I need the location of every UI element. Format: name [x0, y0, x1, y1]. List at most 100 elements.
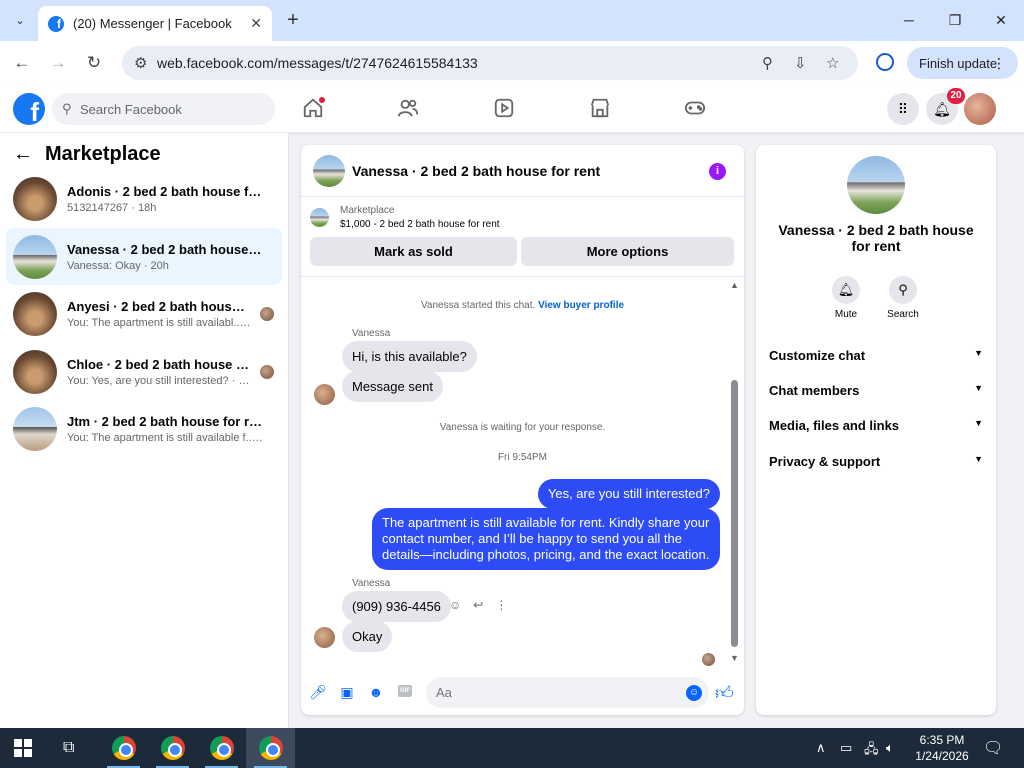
reload-icon[interactable]: ↻ [82, 51, 106, 75]
row-label: Privacy & support [769, 454, 881, 469]
mute-action[interactable]: 🔔︎ Mute [818, 276, 874, 320]
listing-info[interactable]: Marketplace $1,000 - 2 bed 2 bath house … [310, 205, 500, 230]
chevron-down-icon: ▼ [974, 383, 983, 393]
read-receipt-avatar [702, 653, 715, 666]
close-window-button[interactable]: ✕ [986, 8, 1016, 32]
back-icon[interactable]: ← [10, 51, 34, 75]
message-input[interactable] [426, 677, 709, 708]
contact-name: Vanessa · 2 bed 2 bath house for rent [778, 222, 974, 254]
restore-button[interactable]: ❐ [940, 8, 970, 32]
message-actions: ☺ ↩ ⋮ [449, 598, 507, 612]
listing-photo[interactable] [847, 156, 905, 214]
tab-close-icon[interactable]: ✕ [250, 15, 262, 32]
conversation-item[interactable]: Chloe · 2 bed 2 bath house for rent You:… [6, 343, 282, 400]
browser-tab[interactable]: f (20) Messenger | Facebook ✕ [38, 6, 272, 41]
account-avatar[interactable] [964, 93, 996, 125]
chrome-icon [111, 736, 136, 760]
chrome-taskbar-app[interactable] [197, 728, 246, 768]
info-icon[interactable]: i [709, 163, 726, 180]
message-list[interactable]: Vanessa started this chat. View buyer pr… [301, 278, 744, 668]
chrome-taskbar-app-active[interactable] [246, 728, 295, 768]
bookmark-star-icon[interactable]: ☆ [826, 54, 839, 72]
network-icon[interactable]: 🖧︎ [864, 740, 879, 762]
photo-icon[interactable]: ▣ [338, 683, 356, 701]
conversation-item-active[interactable]: Vanessa · 2 bed 2 bath house for rent Va… [6, 228, 282, 285]
profile-icon[interactable] [876, 53, 894, 71]
facebook-favicon-icon: f [48, 15, 64, 32]
incoming-message[interactable]: Okay [342, 621, 393, 652]
mark-as-sold-button[interactable]: Mark as sold [310, 237, 517, 266]
browser-tab-strip: ⌄ f (20) Messenger | Facebook ✕ + ─ ❐ ✕ [0, 0, 1024, 41]
friends-icon[interactable] [397, 97, 423, 121]
chrome-taskbar-app[interactable] [99, 728, 148, 768]
tray-chevron-up-icon[interactable]: ∧ [816, 740, 826, 756]
volume-icon[interactable]: 🔈︎ [886, 740, 894, 756]
conversation-item[interactable]: Jtm · 2 bed 2 bath house for rent You: T… [6, 400, 282, 457]
react-smiley-icon[interactable]: ☺ [449, 598, 461, 612]
site-info-icon[interactable]: ⚙ [134, 54, 147, 72]
scroll-down-arrow-icon[interactable]: ▼ [730, 653, 739, 663]
seen-avatar [260, 307, 274, 321]
reply-icon[interactable]: ↩ [473, 598, 483, 612]
marketplace-icon[interactable] [589, 97, 615, 121]
back-arrow-icon[interactable]: ← [13, 143, 33, 166]
finish-update-button[interactable]: Finish update ⋮ [907, 47, 1018, 79]
gif-icon[interactable]: GIF [398, 685, 412, 697]
chat-scrollbar[interactable] [731, 380, 738, 647]
home-notification-dot [319, 97, 325, 103]
conversation-item[interactable]: Anyesi · 2 bed 2 bath house for rent You… [6, 285, 282, 342]
video-icon[interactable] [493, 97, 519, 121]
view-buyer-profile-link[interactable]: View buyer profile [538, 300, 624, 311]
mute-label: Mute [834, 309, 858, 320]
search-icon[interactable]: ⚲ [889, 276, 917, 304]
task-view-icon[interactable]: ⧉ [63, 739, 74, 757]
outgoing-message[interactable]: The apartment is still available for ren… [372, 508, 720, 570]
sender-avatar[interactable] [314, 627, 335, 648]
bell-icon[interactable]: 🔔︎ [832, 276, 860, 304]
notification-center-icon[interactable]: 🗨︎ [983, 738, 1003, 758]
facebook-logo-icon[interactable]: f [13, 93, 45, 125]
waiting-notice: Vanessa is waiting for your response. [439, 422, 606, 433]
conversation-preview: Vanessa: Okay · 20h [67, 259, 169, 272]
chat-members-row[interactable]: Chat members ▼ [769, 383, 983, 398]
tab-search-dropdown[interactable]: ⌄ [10, 10, 30, 30]
zoom-icon[interactable]: ⚲ [762, 54, 773, 72]
conversation-preview: You: The apartment is still availabl... … [67, 316, 251, 329]
more-options-button[interactable]: More options [521, 237, 734, 266]
incoming-message[interactable]: Message sent [342, 371, 443, 402]
scroll-up-arrow-icon[interactable]: ▲ [730, 280, 739, 290]
meet-now-icon[interactable]: ▭ [840, 740, 852, 756]
privacy-support-row[interactable]: Privacy & support ▼ [769, 454, 983, 469]
menu-dots-icon[interactable]: ⋮ [992, 55, 1006, 72]
outgoing-message[interactable]: Yes, are you still interested? [537, 479, 720, 509]
gaming-icon[interactable] [684, 97, 710, 121]
chrome-taskbar-app[interactable] [148, 728, 197, 768]
address-bar[interactable]: ⚙ web.facebook.com/messages/t/2747624615… [122, 46, 858, 80]
forward-icon[interactable]: → [46, 51, 70, 75]
minimize-button[interactable]: ─ [894, 8, 924, 32]
like-thumb-icon[interactable]: 👍︎ [715, 682, 734, 704]
microphone-icon[interactable]: 🎤︎ [309, 683, 327, 701]
taskbar-clock[interactable]: 6:35 PM 1/24/2026 [912, 732, 972, 764]
more-actions-icon[interactable]: ⋮ [495, 598, 507, 612]
sticker-icon[interactable]: ☻ [367, 683, 385, 701]
finish-update-label: Finish update [919, 55, 998, 71]
chat-title[interactable]: Vanessa · 2 bed 2 bath house for rent [352, 163, 600, 179]
incoming-message[interactable]: Hi, is this available? [342, 341, 477, 372]
chat-thumbnail[interactable] [313, 154, 345, 187]
search-placeholder[interactable]: Search Facebook [80, 102, 182, 117]
conversation-preview: 5132147267 · 18h [67, 201, 157, 214]
menu-grid-icon[interactable]: ⠿ [887, 93, 919, 125]
new-tab-button[interactable]: + [283, 8, 303, 32]
sender-avatar[interactable] [314, 384, 335, 405]
incoming-message[interactable]: (909) 936-4456 [342, 591, 451, 622]
conversation-item[interactable]: Adonis · 2 bed 2 bath house for rent 513… [6, 170, 282, 227]
windows-start-icon[interactable] [14, 739, 32, 757]
media-files-links-row[interactable]: Media, files and links ▼ [769, 418, 983, 433]
url-text[interactable]: web.facebook.com/messages/t/274762461558… [157, 55, 478, 71]
emoji-icon[interactable]: ☺ [686, 685, 702, 701]
customize-chat-row[interactable]: Customize chat ▼ [769, 348, 983, 363]
install-app-icon[interactable]: ⇩ [794, 54, 807, 72]
facebook-search[interactable]: ⚲ Search Facebook [52, 93, 275, 125]
search-action[interactable]: ⚲ Search [875, 276, 931, 320]
